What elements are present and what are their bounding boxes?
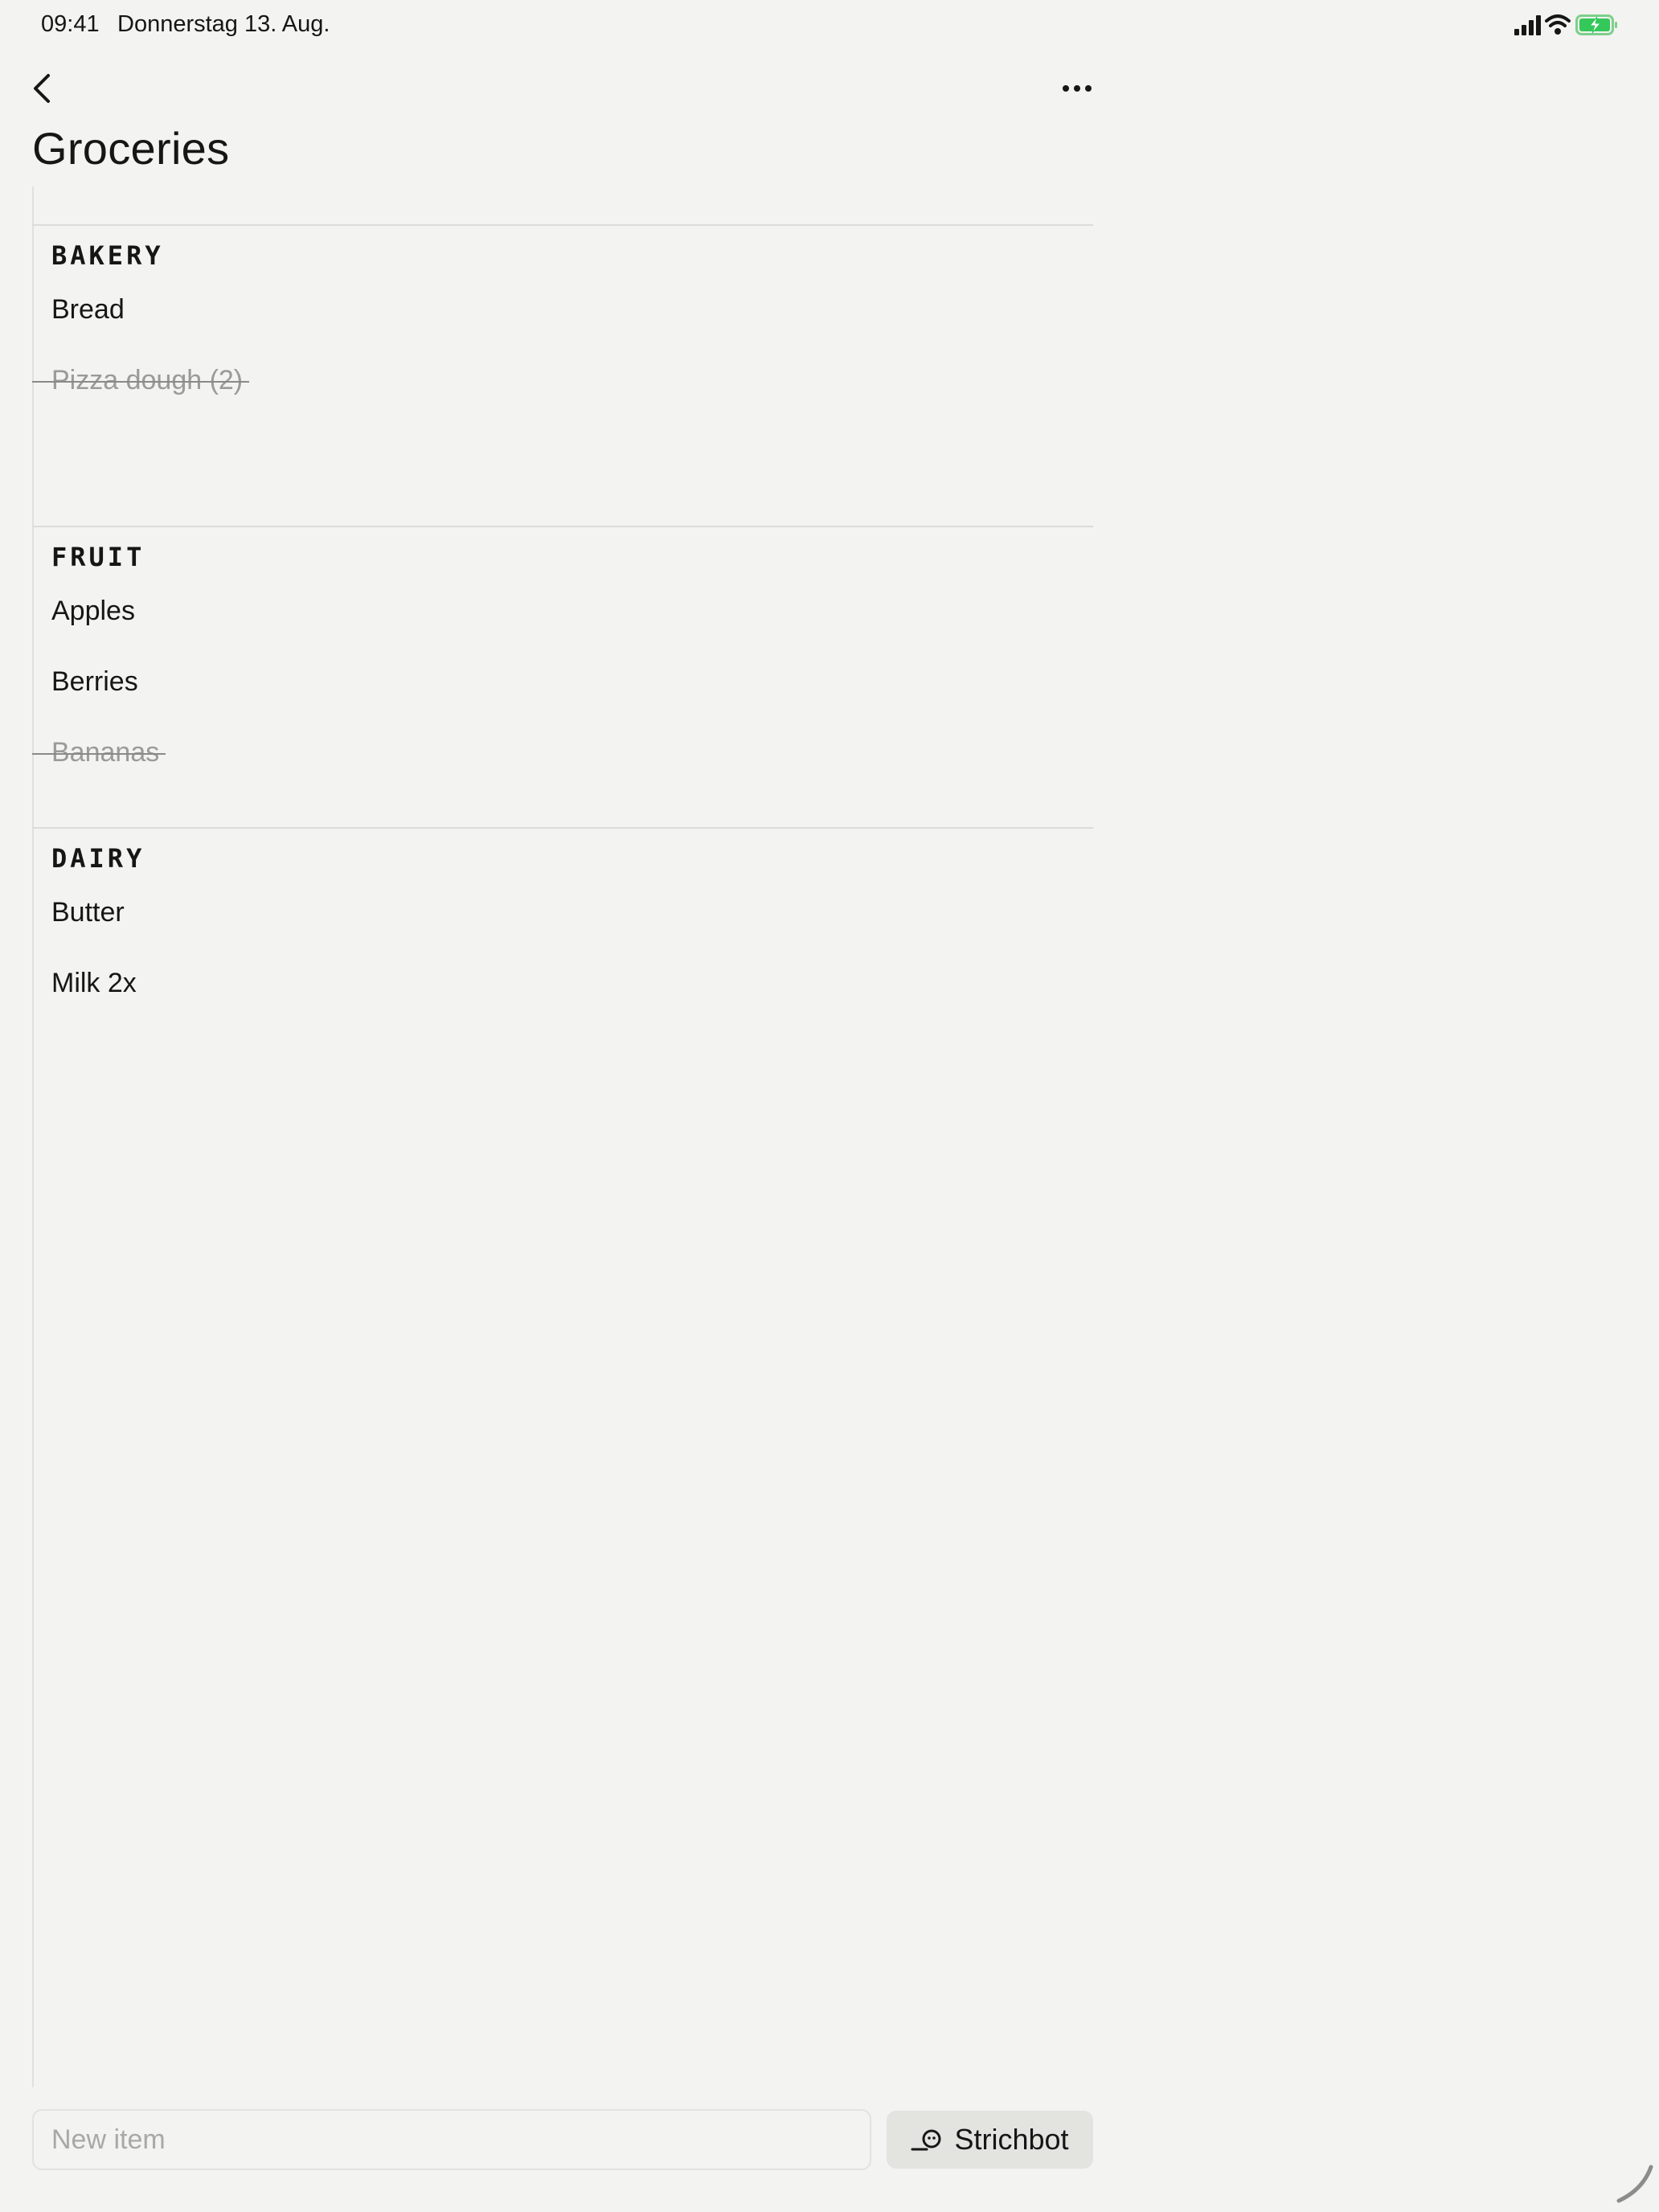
status-icons <box>1506 13 1619 37</box>
more-button[interactable] <box>1059 74 1095 103</box>
list-item[interactable]: Bread <box>51 294 125 326</box>
status-bar: 09:41 Donnerstag 13. Aug. <box>0 0 1659 51</box>
page-title: Groceries <box>32 123 230 174</box>
bot-face-icon <box>911 2125 944 2154</box>
section-fruit: FRUIT Apples Berries Bananas <box>31 526 1093 827</box>
battery-charging-icon <box>1575 13 1619 37</box>
list-item[interactable]: Milk 2x <box>51 968 137 999</box>
pencil-hint-icon <box>1616 2165 1653 2203</box>
list-item-done[interactable]: Bananas <box>31 737 166 768</box>
chevron-left-icon <box>34 74 50 103</box>
signal-icon <box>1513 13 1545 37</box>
wifi-icon <box>1545 13 1571 37</box>
section-header: FRUIT <box>51 542 145 572</box>
strichbot-button[interactable]: Strichbot <box>887 2111 1093 2169</box>
section-dairy: DAIRY Butter Milk 2x <box>32 827 1093 1129</box>
section-header: BAKERY <box>51 240 164 271</box>
list-item[interactable]: Butter <box>51 897 125 928</box>
section-header: DAIRY <box>51 843 145 874</box>
back-button[interactable] <box>27 71 59 106</box>
strichbot-label: Strichbot <box>954 2123 1069 2156</box>
section-bakery: BAKERY Bread Pizza dough (2) <box>31 224 1093 526</box>
list-item-done[interactable]: Pizza dough (2) <box>31 365 250 396</box>
grocery-list: BAKERY Bread Pizza dough (2) FRUIT Apple… <box>31 224 1093 1129</box>
status-date: Donnerstag 13. Aug. <box>117 11 330 37</box>
list-item[interactable]: Berries <box>51 666 138 698</box>
new-item-input[interactable] <box>32 2109 871 2170</box>
ellipsis-icon <box>1063 85 1092 92</box>
list-item[interactable]: Apples <box>51 596 135 627</box>
status-time: 09:41 <box>41 11 100 37</box>
